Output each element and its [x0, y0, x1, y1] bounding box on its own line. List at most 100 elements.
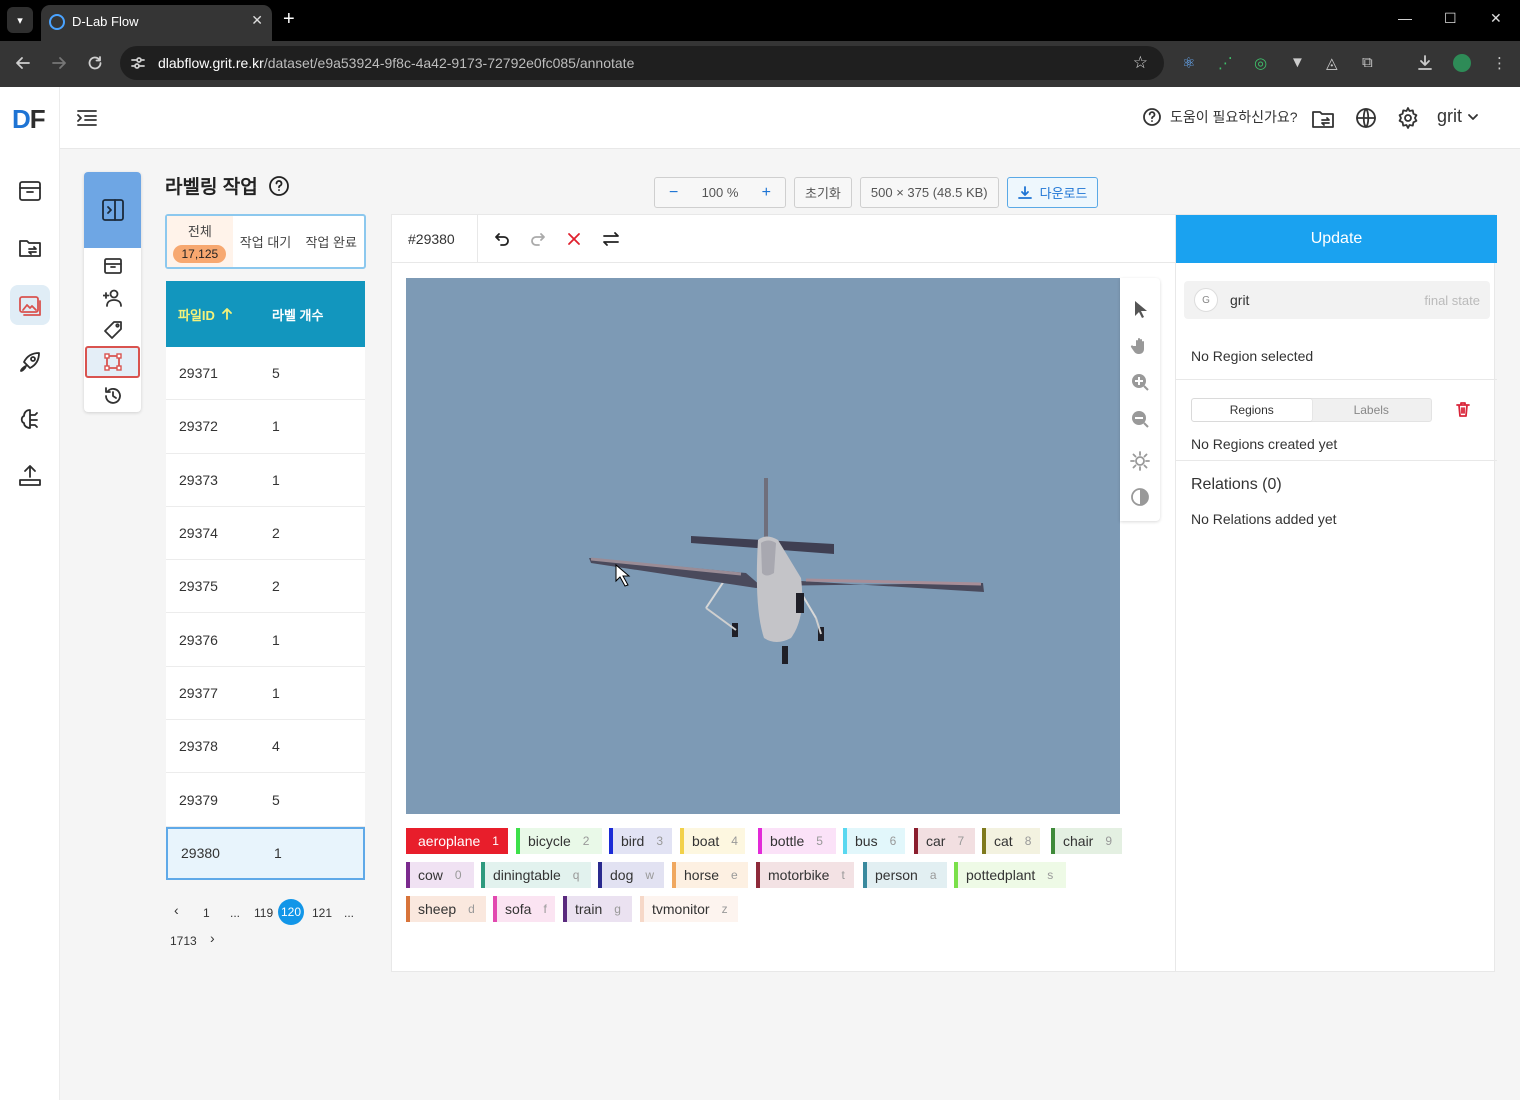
screenshot-extension-icon[interactable]: ⋰	[1218, 54, 1233, 72]
forward-arrow-icon[interactable]	[50, 54, 68, 72]
downloads-icon[interactable]	[1416, 54, 1434, 72]
table-row[interactable]: 29376 1	[166, 613, 365, 667]
label-aeroplane[interactable]: aeroplane 1	[406, 828, 508, 854]
address-bar[interactable]: dlabflow.grit.re.kr/dataset/e9a53924-9f8…	[120, 46, 1164, 80]
close-window-button[interactable]: ✕	[1490, 10, 1502, 27]
brightness-icon[interactable]	[1130, 451, 1150, 471]
prev-page-icon[interactable]: ‹	[174, 902, 179, 918]
table-row[interactable]: 29378 4	[166, 720, 365, 774]
undo-icon[interactable]	[493, 230, 511, 248]
gear-icon[interactable]	[1396, 106, 1420, 130]
globe-icon[interactable]	[1354, 106, 1378, 130]
sidebar-item-ai-model[interactable]	[10, 399, 50, 439]
back-arrow-icon[interactable]	[14, 54, 32, 72]
label-pottedplant[interactable]: pottedplant s	[954, 862, 1066, 888]
image-canvas[interactable]	[406, 278, 1120, 814]
label-bottle[interactable]: bottle 5	[758, 828, 836, 854]
label-person[interactable]: person a	[863, 862, 947, 888]
profile-avatar[interactable]	[1452, 53, 1472, 73]
sidebar-item-folders[interactable]	[10, 228, 50, 268]
table-row[interactable]: 29380 1	[166, 826, 365, 880]
label-bus[interactable]: bus 6	[843, 828, 905, 854]
page-prev-number[interactable]: 119	[254, 906, 273, 920]
rail-history[interactable]	[98, 381, 127, 410]
page-current[interactable]: 120	[278, 899, 304, 925]
tab-search-button[interactable]: ▾	[7, 7, 33, 33]
label-sheep[interactable]: sheep d	[406, 896, 486, 922]
update-button[interactable]: Update	[1176, 215, 1497, 263]
zoom-in-button[interactable]: +	[762, 184, 771, 202]
folder-sync-header-icon[interactable]	[1310, 106, 1336, 132]
redo-icon[interactable]	[529, 230, 547, 248]
label-cat[interactable]: cat 8	[982, 828, 1040, 854]
help-link[interactable]: 도움이 필요하신가요?	[1142, 107, 1298, 127]
new-tab-button[interactable]: +	[283, 8, 295, 31]
page-ellipsis[interactable]: ...	[230, 906, 240, 920]
table-row[interactable]: 29373 1	[166, 454, 365, 507]
tab-regions[interactable]: Regions	[1192, 399, 1312, 421]
app-logo[interactable]: DF	[12, 104, 46, 135]
rail-bounding-box[interactable]	[85, 346, 140, 378]
pan-hand-icon[interactable]	[1130, 336, 1150, 356]
maximize-button[interactable]: ☐	[1444, 10, 1457, 27]
browser-tab[interactable]: D-Lab Flow ✕	[41, 5, 272, 41]
vue-devtools-icon[interactable]: ▼	[1290, 54, 1305, 71]
table-row[interactable]: 29372 1	[166, 400, 365, 454]
table-row[interactable]: 29375 2	[166, 560, 365, 614]
site-settings-icon[interactable]	[130, 55, 146, 71]
contrast-icon[interactable]	[1130, 487, 1150, 507]
sidebar-item-datasets[interactable]	[10, 171, 50, 211]
table-row[interactable]: 29379 5	[166, 773, 365, 827]
tab-labels[interactable]: Labels	[1312, 399, 1432, 421]
extensions-puzzle-icon[interactable]: ⧉	[1362, 54, 1373, 71]
label-bicycle[interactable]: bicycle 2	[516, 828, 602, 854]
page-last[interactable]: 1713	[170, 934, 197, 948]
label-motorbike[interactable]: motorbike t	[756, 862, 854, 888]
minimize-button[interactable]: —	[1398, 10, 1412, 26]
extension-icon[interactable]: ◬	[1326, 54, 1338, 72]
zoom-in-icon[interactable]	[1130, 372, 1150, 392]
zoom-out-icon[interactable]	[1130, 409, 1150, 429]
label-car[interactable]: car 7	[914, 828, 975, 854]
sidebar-item-labeling[interactable]	[10, 285, 50, 325]
label-count-column-header[interactable]: 라벨 개수	[272, 305, 323, 324]
page-first[interactable]: 1	[203, 906, 210, 920]
rail-archive[interactable]	[98, 251, 127, 280]
select-pointer-icon[interactable]	[1130, 299, 1150, 319]
table-row[interactable]: 29374 2	[166, 507, 365, 561]
page-next-number[interactable]: 121	[312, 906, 332, 920]
panel-toggle-button[interactable]	[84, 172, 141, 248]
react-devtools-icon[interactable]: ⚛	[1182, 54, 1195, 72]
rail-tags[interactable]	[98, 315, 127, 344]
label-train[interactable]: train g	[563, 896, 632, 922]
reload-icon[interactable]	[86, 54, 104, 72]
more-menu-icon[interactable]: ⋮	[1492, 54, 1507, 72]
label-boat[interactable]: boat 4	[680, 828, 745, 854]
target-extension-icon[interactable]: ◎	[1254, 54, 1267, 72]
label-chair[interactable]: chair 9	[1051, 828, 1122, 854]
bookmark-star-icon[interactable]: ☆	[1133, 53, 1148, 73]
label-sofa[interactable]: sofa f	[493, 896, 555, 922]
tab-pending[interactable]: 작업 대기	[233, 216, 299, 267]
label-cow[interactable]: cow 0	[406, 862, 474, 888]
label-bird[interactable]: bird 3	[609, 828, 672, 854]
rail-add-user[interactable]	[98, 283, 127, 312]
tab-all[interactable]: 전체 17,125	[167, 216, 233, 267]
user-menu[interactable]: grit	[1437, 106, 1480, 127]
sidebar-item-deploy[interactable]	[10, 342, 50, 382]
table-row[interactable]: 29377 1	[166, 667, 365, 721]
delete-x-icon[interactable]	[566, 230, 582, 248]
sidebar-item-upload[interactable]	[10, 456, 50, 496]
trash-icon[interactable]	[1454, 400, 1472, 418]
table-row[interactable]: 29371 5	[166, 347, 365, 401]
page-ellipsis-2[interactable]: ...	[344, 906, 354, 920]
reset-button[interactable]: 초기화	[794, 177, 852, 208]
close-tab-icon[interactable]: ✕	[251, 12, 263, 29]
swap-arrows-icon[interactable]	[601, 230, 621, 248]
file-id-column-header[interactable]: 파일ID	[166, 305, 272, 324]
tab-done[interactable]: 작업 완료	[298, 216, 364, 267]
label-tvmonitor[interactable]: tvmonitor z	[640, 896, 738, 922]
label-diningtable[interactable]: diningtable q	[481, 862, 591, 888]
label-horse[interactable]: horse e	[672, 862, 748, 888]
menu-toggle-icon[interactable]	[75, 106, 99, 130]
